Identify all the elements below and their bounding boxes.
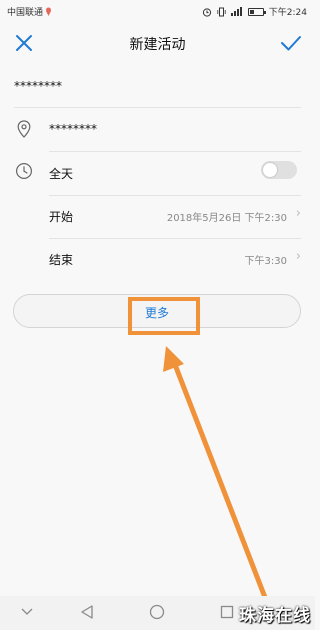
- recents-icon[interactable]: [220, 605, 234, 619]
- back-icon[interactable]: [80, 604, 94, 620]
- chevron-down-icon[interactable]: [20, 606, 34, 618]
- home-icon[interactable]: [149, 604, 165, 620]
- watermark: 珠海在线: [239, 606, 311, 626]
- annotation-arrow: [163, 346, 269, 603]
